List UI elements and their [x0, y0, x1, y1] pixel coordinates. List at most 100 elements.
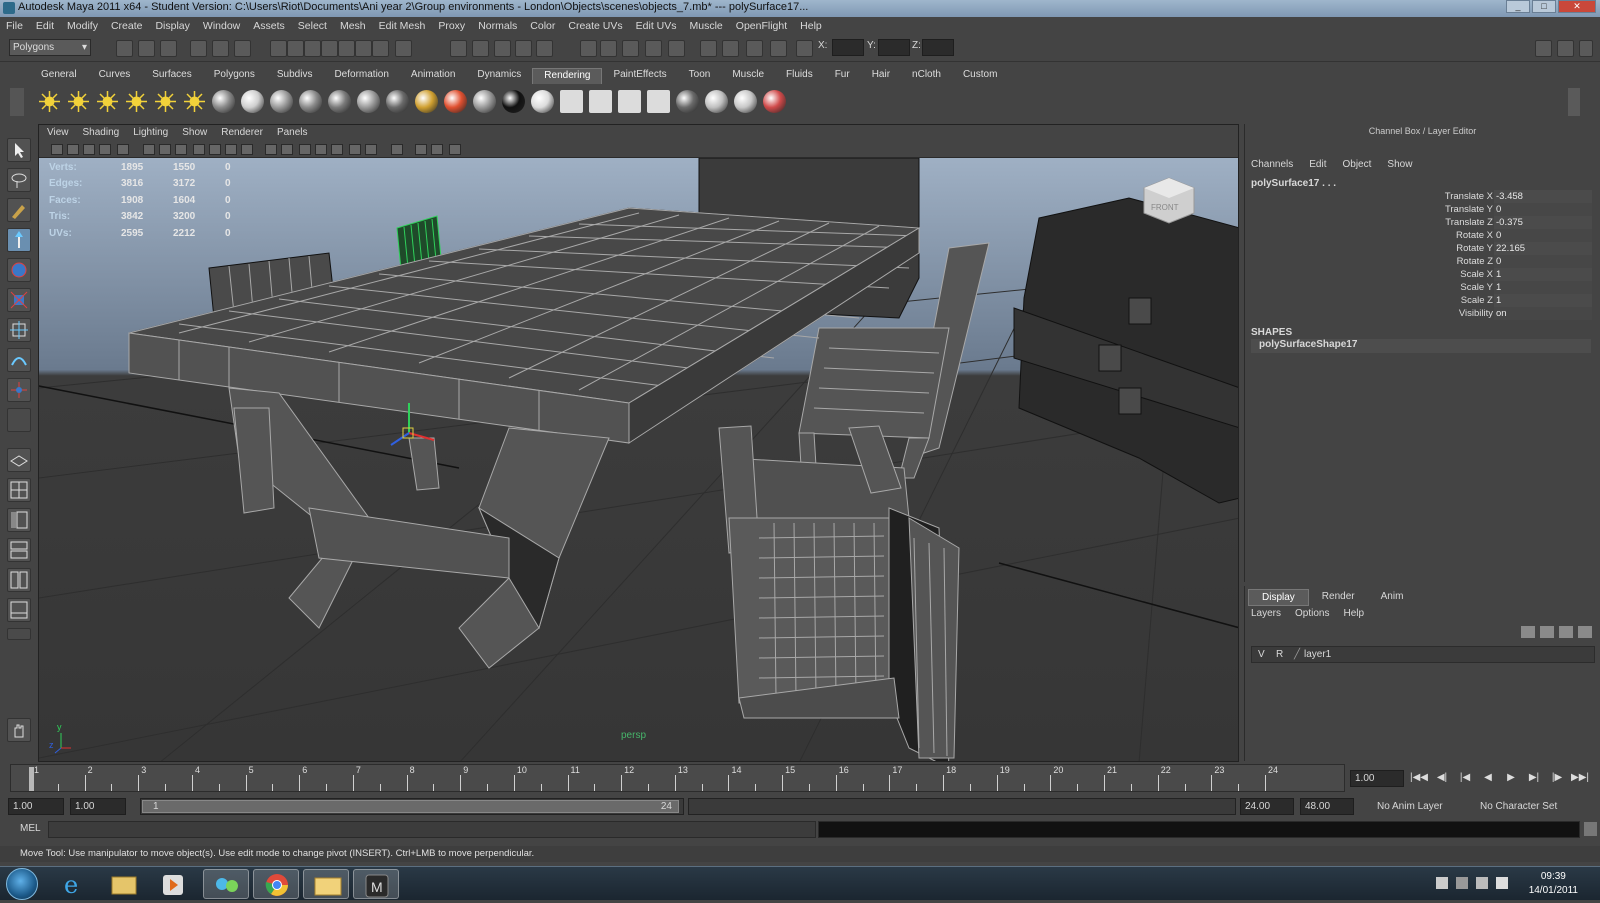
anim-layer-select[interactable]: No Anim Layer — [1372, 798, 1468, 815]
layer-visibility-toggle[interactable]: V — [1258, 647, 1265, 662]
shadows-icon[interactable] — [331, 144, 343, 155]
start-button[interactable] — [6, 868, 38, 900]
new-layer-empty-icon[interactable] — [1540, 626, 1554, 638]
shelf-tab-curves[interactable]: Curves — [88, 68, 142, 84]
shelf-tab-animation[interactable]: Animation — [400, 68, 466, 84]
z-field[interactable] — [922, 39, 954, 56]
channel-row-rotate-x[interactable]: Rotate X0 — [1242, 229, 1596, 242]
menu-create-uvs[interactable]: Create UVs — [568, 20, 622, 32]
menu-assets[interactable]: Assets — [253, 20, 285, 32]
universal-manipulator-icon[interactable] — [7, 318, 31, 342]
new-scene-icon[interactable] — [580, 40, 597, 57]
open-scene-icon[interactable] — [600, 40, 617, 57]
object-name[interactable]: polySurface17 . . . — [1251, 178, 1336, 189]
playback-start-field[interactable]: 1.00 — [70, 798, 126, 815]
single-perspective-layout-icon[interactable] — [7, 448, 31, 472]
perspective-viewport[interactable]: View Shading Lighting Show Renderer Panels — [38, 124, 1239, 762]
new-layer-selected-icon[interactable] — [1521, 626, 1535, 638]
persp-outliner-layout-icon[interactable] — [7, 508, 31, 532]
range-handle[interactable]: 1 24 — [142, 800, 679, 813]
layer-down-icon[interactable] — [1578, 626, 1592, 638]
tray-volume-icon[interactable] — [1496, 877, 1508, 889]
snap-point-icon[interactable] — [321, 40, 338, 57]
go-to-start-icon[interactable]: |◀◀ — [1410, 770, 1428, 786]
close-button[interactable]: ✕ — [1558, 0, 1596, 13]
persp-relationship-layout-icon[interactable] — [7, 598, 31, 622]
channel-row-visibility[interactable]: Visibility on — [1242, 307, 1596, 320]
layer-up-icon[interactable] — [1559, 626, 1573, 638]
viewport-menu-panels[interactable]: Panels — [277, 125, 308, 141]
animation-end-field[interactable]: 48.00 — [1300, 798, 1354, 815]
viewport-menu-show[interactable]: Show — [182, 125, 207, 141]
menu-mesh[interactable]: Mesh — [340, 20, 366, 32]
shelf-tab-painteffects[interactable]: PaintEffects — [602, 68, 677, 84]
viewport-menu-lighting[interactable]: Lighting — [133, 125, 168, 141]
messenger-icon[interactable] — [203, 869, 249, 899]
select-component-icon[interactable] — [234, 40, 251, 57]
layer-menu-layers[interactable]: Layers — [1251, 608, 1281, 619]
viewport-menu-shading[interactable]: Shading — [83, 125, 120, 141]
internet-explorer-icon[interactable]: e — [50, 869, 96, 899]
snap-curve-icon[interactable] — [770, 40, 787, 57]
shelf-tab-deformation[interactable]: Deformation — [323, 68, 399, 84]
channel-value[interactable]: on — [1494, 307, 1592, 320]
snap-view-plane-icon[interactable] — [338, 40, 355, 57]
layer-tab-display[interactable]: Display — [1248, 589, 1309, 606]
phong-icon[interactable] — [299, 90, 322, 113]
step-forward-frame-icon[interactable]: ▶| — [1525, 770, 1543, 786]
layer-color-icon[interactable]: ╱ — [1294, 647, 1300, 662]
render-settings-icon[interactable] — [494, 40, 511, 57]
channel-value[interactable]: 1 — [1494, 281, 1592, 294]
isolate-select-icon[interactable] — [391, 144, 403, 155]
step-back-key-icon[interactable]: ◀| — [1433, 770, 1451, 786]
wireframe-icon[interactable] — [241, 144, 253, 155]
character-set-select[interactable]: No Character Set — [1475, 798, 1571, 815]
ipr-render-icon[interactable] — [472, 40, 489, 57]
channel-row-scale-x[interactable]: Scale X1 — [1242, 268, 1596, 281]
ambient-light-icon[interactable] — [38, 90, 61, 113]
bookmarks-icon[interactable] — [83, 144, 95, 155]
2d-pan-icon[interactable] — [117, 144, 129, 155]
menu-color[interactable]: Color — [530, 20, 555, 32]
use-lights-icon[interactable] — [315, 144, 327, 155]
point-light-icon[interactable] — [96, 90, 119, 113]
range-slider[interactable]: 1 24 — [140, 798, 684, 815]
channel-box-menu-edit[interactable]: Edit — [1309, 159, 1326, 170]
directional-light-icon[interactable] — [67, 90, 90, 113]
hand-tool-icon[interactable] — [7, 718, 31, 742]
volume-light-icon[interactable] — [183, 90, 206, 113]
shape-name[interactable]: polySurfaceShape17 — [1251, 339, 1591, 353]
camera-icon[interactable] — [212, 90, 235, 113]
rotate-tool-icon[interactable] — [7, 258, 31, 282]
menu-display[interactable]: Display — [155, 20, 189, 32]
shelf-tab-surfaces[interactable]: Surfaces — [141, 68, 202, 84]
layer-menu-help[interactable]: Help — [1343, 608, 1364, 619]
move-tool-icon[interactable] — [7, 228, 31, 252]
step-back-frame-icon[interactable]: |◀ — [1456, 770, 1474, 786]
channel-box-menu-object[interactable]: Object — [1343, 159, 1372, 170]
render-frame-icon[interactable] — [450, 40, 467, 57]
layer-tab-render[interactable]: Render — [1309, 589, 1368, 606]
layered-shader-icon[interactable] — [386, 90, 409, 113]
channel-row-translate-x[interactable]: Translate X -3.458 — [1242, 190, 1596, 203]
camera-select-icon[interactable] — [51, 144, 63, 155]
snap-curve-icon[interactable] — [304, 40, 321, 57]
channel-value[interactable]: -0.375 — [1494, 216, 1592, 229]
scene-view[interactable]: FRONT y z — [39, 158, 1239, 762]
menu-select[interactable]: Select — [298, 20, 327, 32]
persp-graph-layout-icon[interactable] — [7, 538, 31, 562]
grid-icon[interactable] — [143, 144, 155, 155]
ipr-icon[interactable] — [618, 90, 641, 113]
menu-openflight[interactable]: OpenFlight — [736, 20, 787, 32]
material-sphere-icon[interactable] — [734, 90, 757, 113]
viewport-menu-renderer[interactable]: Renderer — [221, 125, 263, 141]
resolution-gate-icon[interactable] — [175, 144, 187, 155]
go-to-end-icon[interactable]: ▶▶| — [1571, 770, 1589, 786]
channel-value[interactable]: 22.165 — [1494, 242, 1592, 255]
channel-row-translate-z[interactable]: Translate Z -0.375 — [1242, 216, 1596, 229]
save-scene-icon[interactable] — [622, 40, 639, 57]
layer-row[interactable]: V R ╱ layer1 — [1251, 646, 1595, 663]
mel-input[interactable] — [48, 821, 816, 838]
channel-value[interactable]: 1 — [1494, 294, 1592, 307]
input-line-icon[interactable] — [536, 40, 553, 57]
